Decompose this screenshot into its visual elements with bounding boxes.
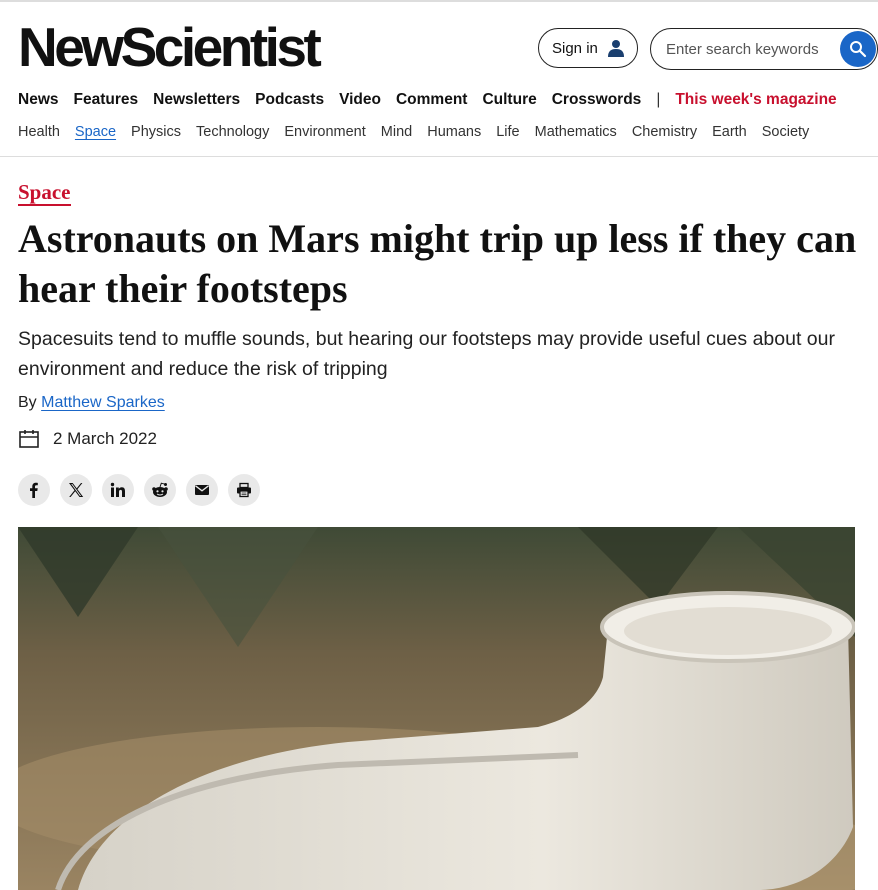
section-label[interactable]: Space [18,180,71,206]
topic-society[interactable]: Society [762,124,810,140]
article-headline: Astronauts on Mars might trip up less if… [18,216,857,311]
print-icon [237,482,251,498]
article-standfirst: Spacesuits tend to muffle sounds, but he… [18,328,835,380]
topic-humans[interactable]: Humans [427,124,481,140]
nav-separator: | [656,91,661,108]
reddit-icon [152,482,168,497]
topic-earth[interactable]: Earth [712,124,747,140]
nav-crosswords[interactable]: Crosswords [552,91,642,109]
sign-in-label: Sign in [552,39,598,57]
main-nav: News Features Newsletters Podcasts Video… [18,91,852,109]
share-email-button[interactable] [186,474,218,506]
facebook-icon [30,482,38,498]
share-x-button[interactable] [60,474,92,506]
top-border [0,0,878,2]
publish-date: 2 March 2022 [18,428,157,450]
nav-comment[interactable]: Comment [396,91,467,109]
nav-culture[interactable]: Culture [482,91,536,109]
nav-newsletters[interactable]: Newsletters [153,91,240,109]
nav-podcasts[interactable]: Podcasts [255,91,324,109]
share-linkedin-button[interactable] [102,474,134,506]
topic-environment[interactable]: Environment [284,124,365,140]
calendar-icon [19,430,39,448]
topic-nav: Health Space Physics Technology Environm… [18,124,824,140]
share-facebook-button[interactable] [18,474,50,506]
nav-video[interactable]: Video [339,91,381,109]
topic-technology[interactable]: Technology [196,124,269,140]
nav-this-weeks-magazine[interactable]: This week's magazine [675,91,836,109]
search-button[interactable] [840,31,876,67]
byline-prefix: By [18,394,37,411]
topic-space[interactable]: Space [75,124,116,140]
search-icon [850,41,867,58]
topic-mathematics[interactable]: Mathematics [535,124,617,140]
topic-chemistry[interactable]: Chemistry [632,124,697,140]
author-link[interactable]: Matthew Sparkes [41,394,165,411]
nav-news[interactable]: News [18,91,59,109]
nav-divider [0,156,878,157]
date-text: 2 March 2022 [53,429,157,448]
nav-features[interactable]: Features [74,91,139,109]
sign-in-button[interactable]: Sign in [538,28,638,68]
topic-health[interactable]: Health [18,124,60,140]
linkedin-icon [110,482,125,497]
share-reddit-button[interactable] [144,474,176,506]
new-scientist-logo[interactable]: NewScientist [18,18,322,76]
user-icon [608,40,624,57]
search-input[interactable] [666,38,826,60]
topic-physics[interactable]: Physics [131,124,181,140]
article-hero-image [18,527,855,890]
x-icon [69,483,84,497]
boot-photo [18,527,855,890]
search-box [650,28,878,70]
topic-life[interactable]: Life [496,124,519,140]
topic-mind[interactable]: Mind [381,124,412,140]
byline: By Matthew Sparkes [18,394,165,412]
email-icon [195,485,209,495]
share-bar [18,474,270,506]
share-print-button[interactable] [228,474,260,506]
